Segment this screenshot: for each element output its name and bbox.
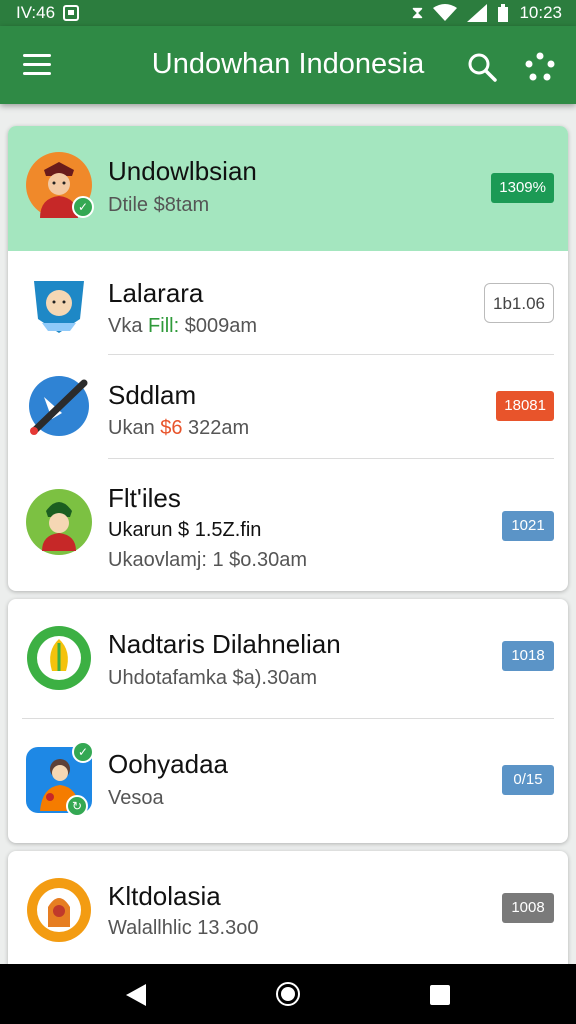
battery-icon xyxy=(498,4,509,22)
status-badge: 1008 xyxy=(502,893,554,923)
item-subtitle: Ukan $6 322am xyxy=(108,417,250,439)
home-icon[interactable] xyxy=(276,982,300,1006)
item-name: Nadtaris Dilahnelian xyxy=(108,629,341,659)
card-group-2: Nadtaris Dilahnelian Uhdotafamka $a).30a… xyxy=(8,599,568,843)
card-group-1: ✓ Undowlbsian Dtile $8tam 1309% Lalarara… xyxy=(8,126,568,591)
notification-icon xyxy=(63,5,80,21)
status-badge: 1b1.06 xyxy=(484,283,554,323)
avatar: ✓ xyxy=(26,152,94,218)
list-item[interactable]: ✓ Undowlbsian Dtile $8tam 1309% xyxy=(8,126,568,251)
avatar xyxy=(26,271,92,337)
status-badge: 0/15 xyxy=(502,765,554,795)
item-name: Sddlam xyxy=(108,380,197,410)
item-subtitle: Dtile $8tam xyxy=(108,194,210,216)
item-subtitle-secondary: Ukaovlamj: 1 $o.30am xyxy=(108,549,307,571)
item-name: Oohyadaa xyxy=(108,749,228,779)
item-name: Undowlbsian xyxy=(108,156,257,186)
item-name: Flt'iles xyxy=(108,483,181,513)
item-name: Kltdolasia xyxy=(108,881,221,911)
status-badge: 1021 xyxy=(502,511,554,541)
status-time-right: 10:23 xyxy=(519,3,562,22)
status-badge: 1309% xyxy=(491,173,554,203)
back-icon[interactable] xyxy=(126,984,146,1006)
list-item[interactable]: Flt'iles Ukarun $ 1.5Z.fin Ukaovlamj: 1 … xyxy=(8,459,568,591)
badge-icon: ↻ xyxy=(66,795,88,817)
signal-icon xyxy=(467,4,488,22)
more-options-icon[interactable] xyxy=(522,50,558,86)
status-badge: 1018 xyxy=(502,641,554,671)
item-subtitle: Ukarun $ 1.5Z.fin xyxy=(108,519,262,541)
card-group-3: Kltdolasia Walallhlic 13.3o0 1008 xyxy=(8,851,568,981)
list-item[interactable]: Kltdolasia Walallhlic 13.3o0 1008 xyxy=(8,851,568,981)
vibrate-icon: ⧗ xyxy=(411,3,424,22)
status-bar: IV:46 ⧗ 10:23 xyxy=(0,0,576,26)
avatar xyxy=(26,625,92,691)
item-subtitle: Uhdotafamka $a).30am xyxy=(108,667,318,689)
avatar xyxy=(26,877,92,943)
recent-apps-icon[interactable] xyxy=(430,985,450,1005)
search-icon[interactable] xyxy=(465,50,499,84)
list-item[interactable]: Lalarara Vka Fill: $009am # 1b1.06 xyxy=(8,251,568,355)
avatar xyxy=(26,373,92,439)
avatar: ✓ ↻ xyxy=(26,741,94,817)
status-badge: 18081 xyxy=(496,391,554,421)
item-subtitle: Walallhlic 13.3o0 xyxy=(108,917,259,939)
list-item[interactable]: Nadtaris Dilahnelian Uhdotafamka $a).30a… xyxy=(8,599,568,719)
item-name: Lalarara xyxy=(108,278,204,308)
item-subtitle: Vka Fill: $009am xyxy=(108,315,257,337)
status-time-left: IV:46 xyxy=(16,3,56,22)
system-nav-bar xyxy=(0,964,576,1024)
app-bar: Undowhan Indonesia xyxy=(0,26,576,104)
item-subtitle: Vesoa xyxy=(108,787,164,809)
verified-check-icon: ✓ xyxy=(72,741,94,763)
wifi-icon xyxy=(433,4,458,21)
verified-check-icon: ✓ xyxy=(72,196,94,218)
list-item[interactable]: Sddlam Ukan $6 322am 18081 xyxy=(8,355,568,459)
avatar xyxy=(26,489,92,555)
list-item[interactable]: ✓ ↻ Oohyadaa Vesoa 0/15 xyxy=(8,719,568,843)
